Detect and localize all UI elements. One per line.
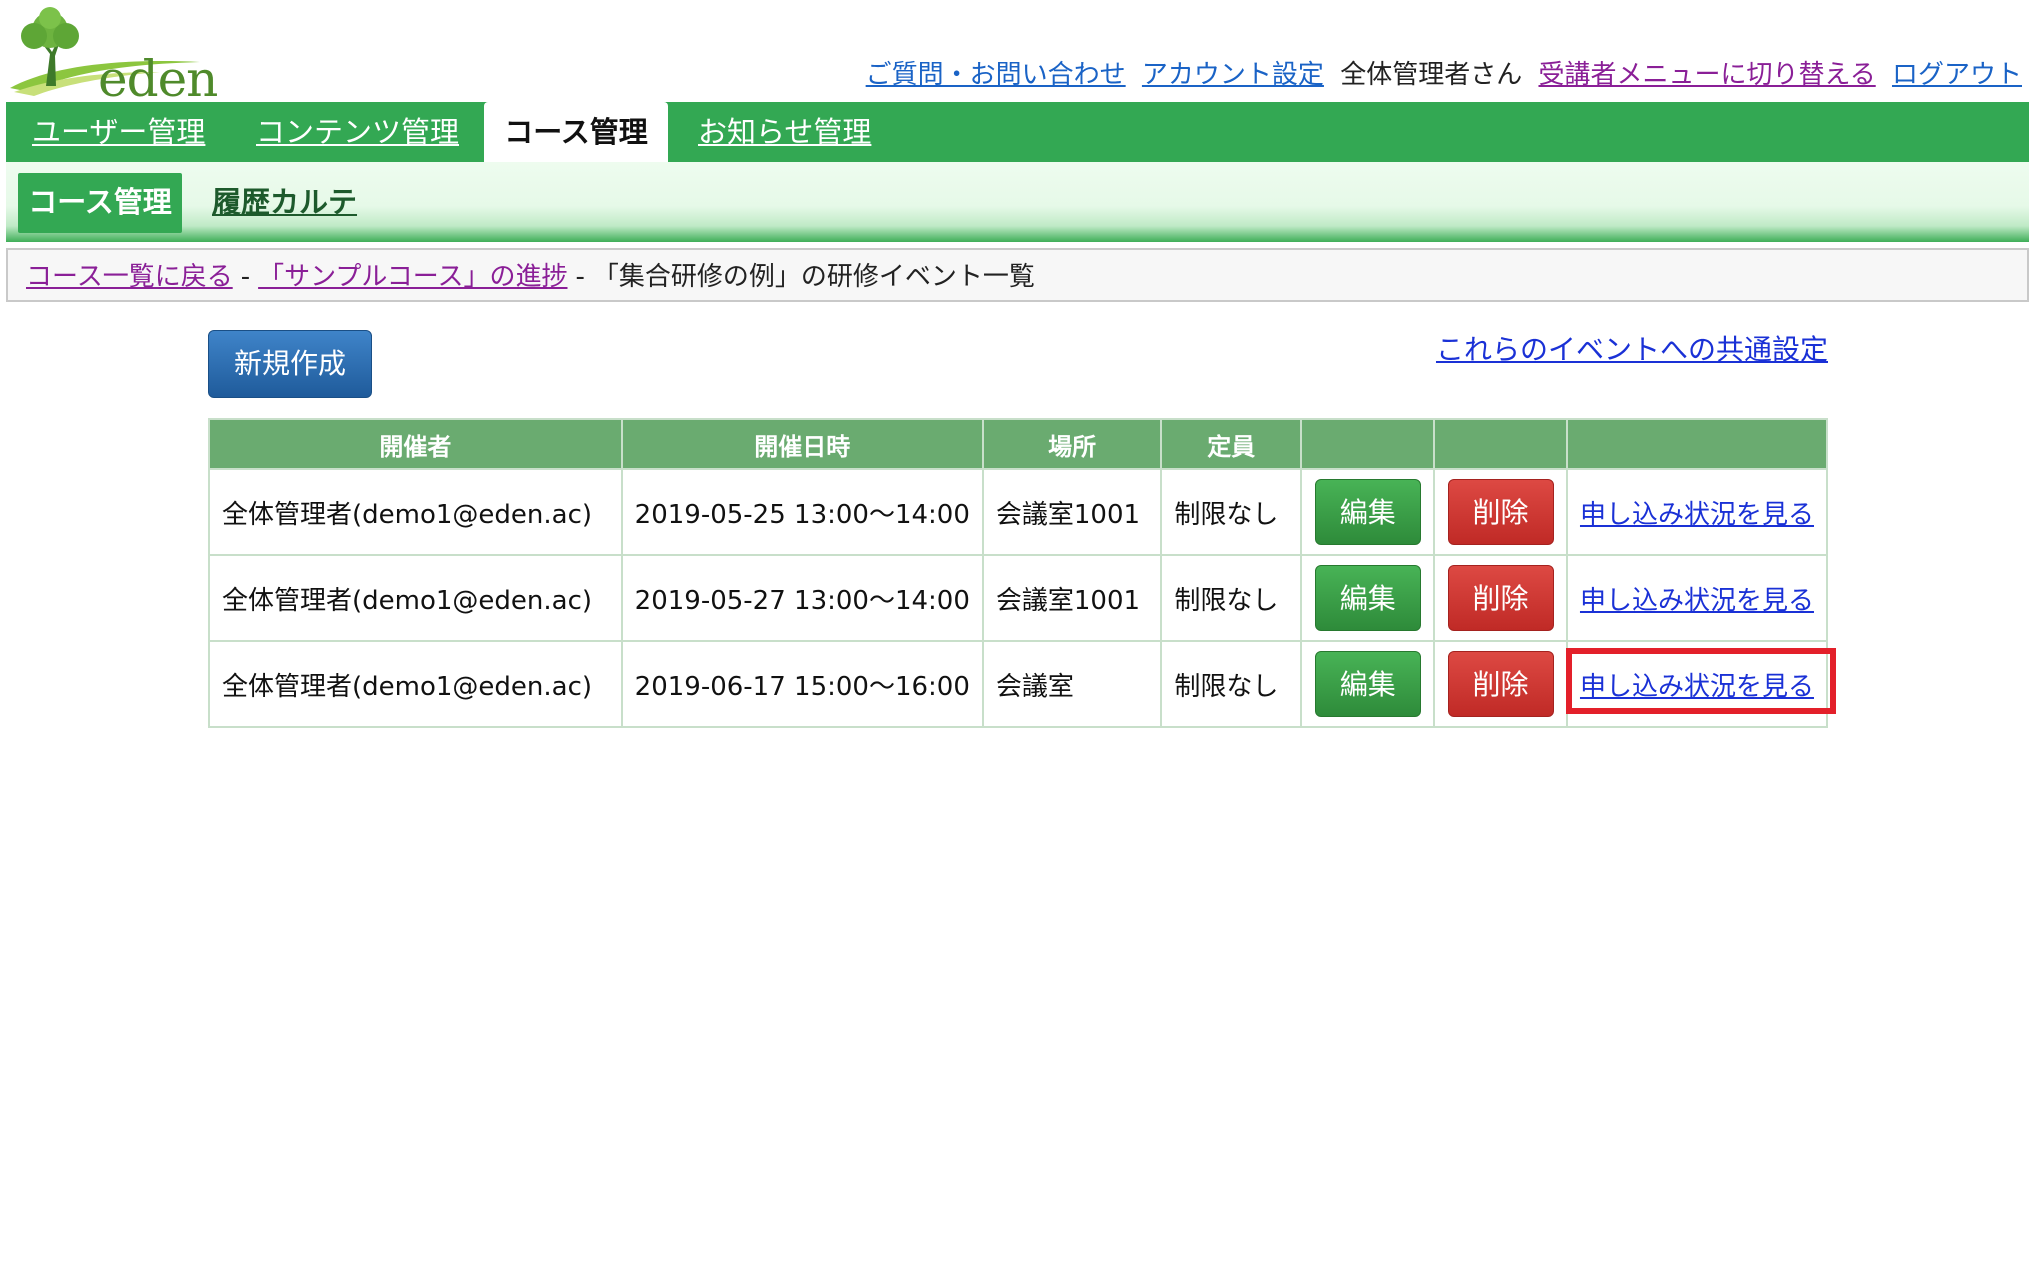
faq-link[interactable]: ご質問・お問い合わせ [866, 60, 1126, 90]
breadcrumb-separator: - [240, 262, 251, 292]
tab-course-management[interactable]: コース管理 [484, 102, 668, 164]
cell-view: 申し込み状況を見る [1565, 554, 1829, 642]
cell-organizer: 全体管理者(demo1@eden.ac) [208, 468, 623, 556]
user-label: 全体管理者さん [1340, 60, 1523, 90]
breadcrumb-course-progress-link[interactable]: 「サンプルコース」の進捗 [258, 262, 567, 292]
column-header-delete [1433, 418, 1568, 470]
switch-to-learner-menu-link[interactable]: 受講者メニューに切り替える [1538, 60, 1875, 90]
subtab-course-management[interactable]: コース管理 [18, 173, 182, 233]
breadcrumb: コース一覧に戻る - 「サンプルコース」の進捗 - 「集合研修の例」の研修イベント一覧 [6, 248, 2029, 302]
tab-notice-management[interactable]: お知らせ管理 [698, 102, 871, 162]
cell-organizer: 全体管理者(demo1@eden.ac) [208, 640, 623, 728]
cell-capacity: 制限なし [1160, 640, 1303, 728]
cell-edit: 編集 [1300, 554, 1436, 642]
cell-datetime: 2019-05-27 13:00～14:00 [620, 554, 984, 642]
table-header-row: 開催者 開催日時 場所 定員 [208, 418, 1829, 470]
cell-edit: 編集 [1300, 468, 1436, 556]
subtab-history-chart[interactable]: 履歴カルテ [212, 173, 357, 233]
column-header-organizer: 開催者 [208, 418, 623, 470]
events-table: 開催者 開催日時 場所 定員 全体管理者(demo1@eden.ac) 2019… [208, 418, 1829, 728]
cell-place: 会議室1001 [981, 554, 1163, 642]
new-event-button[interactable]: 新規作成 [208, 330, 372, 398]
main-nav: ユーザー管理 コンテンツ管理 コース管理 お知らせ管理 [6, 102, 2029, 164]
common-settings-link[interactable]: これらのイベントへの共通設定 [1436, 328, 1828, 368]
column-header-view [1565, 418, 1829, 470]
view-applications-link[interactable]: 申し込み状況を見る [1580, 586, 1814, 616]
sub-nav: コース管理 履歴カルテ [6, 162, 2029, 242]
logo-text: eden [98, 50, 218, 108]
account-settings-link[interactable]: アカウント設定 [1142, 60, 1324, 90]
header: eden ご質問・お問い合わせ アカウント設定 全体管理者さん 受講者メニューに… [0, 0, 2034, 108]
top-links: ご質問・お問い合わせ アカウント設定 全体管理者さん 受講者メニューに切り替える… [858, 54, 2022, 91]
cell-delete: 削除 [1433, 468, 1568, 556]
table-row: 全体管理者(demo1@eden.ac) 2019-05-25 13:00～14… [208, 468, 1829, 556]
cell-edit: 編集 [1300, 640, 1436, 728]
table-row: 全体管理者(demo1@eden.ac) 2019-06-17 15:00～16… [208, 640, 1829, 728]
edit-button[interactable]: 編集 [1314, 479, 1421, 545]
column-header-datetime: 開催日時 [620, 418, 984, 470]
cell-place: 会議室1001 [981, 468, 1163, 556]
table-row: 全体管理者(demo1@eden.ac) 2019-05-27 13:00～14… [208, 554, 1829, 642]
cell-capacity: 制限なし [1160, 554, 1303, 642]
tab-user-management[interactable]: ユーザー管理 [32, 102, 205, 162]
cell-capacity: 制限なし [1160, 468, 1303, 556]
cell-delete: 削除 [1433, 640, 1568, 728]
logout-link[interactable]: ログアウト [1892, 60, 2022, 90]
column-header-place: 場所 [981, 418, 1163, 470]
cell-view: 申し込み状況を見る [1565, 640, 1829, 728]
cell-delete: 削除 [1433, 554, 1568, 642]
delete-button[interactable]: 削除 [1447, 565, 1554, 631]
cell-view: 申し込み状況を見る [1565, 468, 1829, 556]
column-header-capacity: 定員 [1160, 418, 1303, 470]
breadcrumb-course-list-link[interactable]: コース一覧に戻る [26, 262, 233, 292]
tab-content-management[interactable]: コンテンツ管理 [256, 102, 459, 162]
cell-organizer: 全体管理者(demo1@eden.ac) [208, 554, 623, 642]
edit-button[interactable]: 編集 [1314, 565, 1421, 631]
view-applications-link[interactable]: 申し込み状況を見る [1580, 500, 1814, 530]
cell-datetime: 2019-06-17 15:00～16:00 [620, 640, 984, 728]
breadcrumb-current: 「集合研修の例」の研修イベント一覧 [592, 262, 1035, 292]
column-header-edit [1300, 418, 1436, 470]
cell-datetime: 2019-05-25 13:00～14:00 [620, 468, 984, 556]
edit-button[interactable]: 編集 [1314, 651, 1421, 717]
view-applications-link[interactable]: 申し込み状況を見る [1580, 672, 1814, 702]
cell-place: 会議室 [981, 640, 1163, 728]
delete-button[interactable]: 削除 [1447, 651, 1554, 717]
eden-logo[interactable]: eden [10, 6, 218, 108]
breadcrumb-separator: - [575, 262, 585, 292]
delete-button[interactable]: 削除 [1447, 479, 1554, 545]
